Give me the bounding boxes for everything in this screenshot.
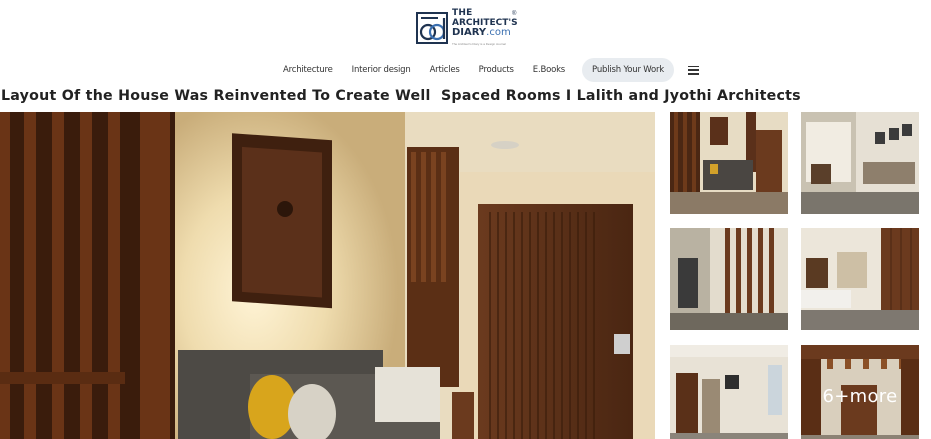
nav-products[interactable]: Products xyxy=(479,65,514,75)
logo-tagline: The Architect's Diary is a Design Journa… xyxy=(452,41,506,46)
registered-mark: ® xyxy=(512,11,517,17)
gallery-thumb-2[interactable] xyxy=(801,112,919,214)
nav-articles[interactable]: Articles xyxy=(430,65,460,75)
main-nav: Architecture Interior design Articles Pr… xyxy=(283,57,700,83)
hamburger-menu-icon[interactable] xyxy=(688,65,700,75)
publish-your-work-button[interactable]: Publish Your Work xyxy=(582,58,675,82)
logo-mark-icon xyxy=(416,12,448,44)
logo-dot-com: .com xyxy=(486,26,511,38)
nav-interior-design[interactable]: Interior design xyxy=(352,65,411,75)
gallery-thumb-6[interactable]: 6+more xyxy=(801,345,919,439)
logo-line-1: THE xyxy=(452,7,473,18)
gallery-thumb-5[interactable] xyxy=(670,345,788,439)
more-photos-label[interactable]: 6+more xyxy=(801,345,919,439)
nav-architecture[interactable]: Architecture xyxy=(283,65,333,75)
logo-word: DIARY xyxy=(452,26,487,38)
gallery-thumb-4[interactable] xyxy=(801,228,919,330)
gallery-thumb-3[interactable] xyxy=(670,228,788,330)
nav-ebooks[interactable]: E.Books xyxy=(533,65,565,75)
article-title: Layout Of the House Was Reinvented To Cr… xyxy=(1,88,801,104)
logo-line-3: DIARY.com xyxy=(452,26,518,38)
main-gallery-image[interactable] xyxy=(0,112,655,439)
gallery-thumb-1[interactable] xyxy=(670,112,788,214)
site-logo[interactable]: THE ARCHITECT'S DIARY.com The Architect'… xyxy=(416,7,526,46)
